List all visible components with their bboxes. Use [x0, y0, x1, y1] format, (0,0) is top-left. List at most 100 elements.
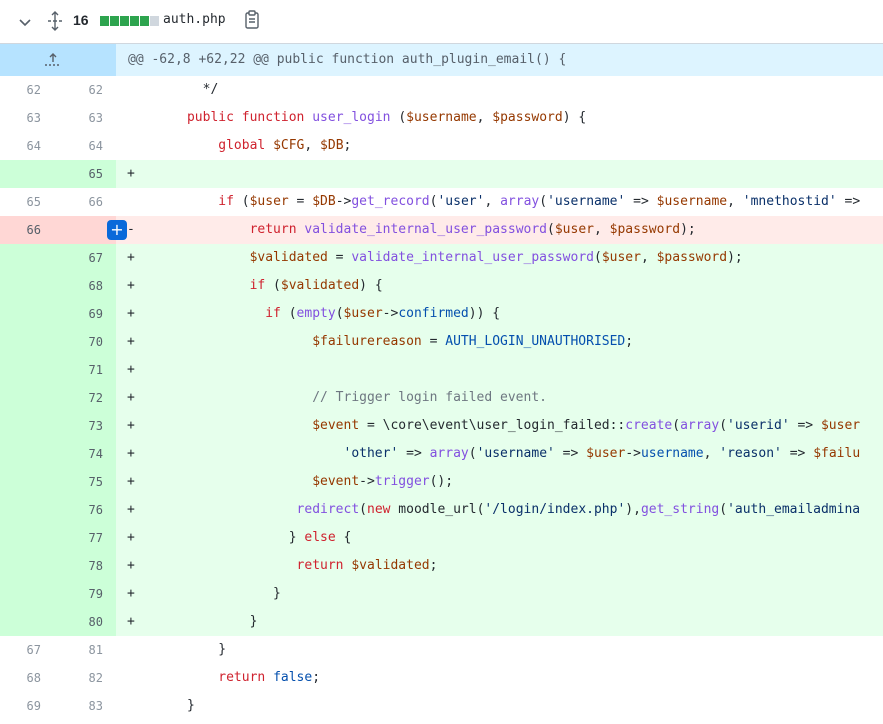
- old-line-number[interactable]: [0, 524, 41, 552]
- new-line-number[interactable]: 78: [58, 552, 103, 580]
- new-line-number[interactable]: 82: [58, 664, 103, 692]
- code-token: $user: [601, 250, 641, 265]
- code-token: $DB: [320, 138, 344, 153]
- new-line-number[interactable]: 63: [58, 104, 103, 132]
- code-token: 'auth_emailadmina: [727, 502, 861, 517]
- old-line-number[interactable]: [0, 328, 41, 356]
- old-line-number[interactable]: [0, 300, 41, 328]
- copy-icon[interactable]: [244, 10, 260, 30]
- old-line-number[interactable]: [0, 608, 41, 636]
- code-token: 'username': [476, 446, 555, 461]
- new-line-number[interactable]: 70: [58, 328, 103, 356]
- code-token: $user: [554, 222, 594, 237]
- code-token: $user: [586, 446, 626, 461]
- old-line-number[interactable]: 64: [0, 132, 41, 160]
- old-line-number[interactable]: [0, 412, 41, 440]
- old-line-number[interactable]: 67: [0, 636, 41, 664]
- code-token: {: [335, 530, 352, 545]
- add-comment-button[interactable]: +: [107, 220, 127, 240]
- diffstat-block-add: [100, 16, 109, 26]
- new-line-number[interactable]: 72: [58, 384, 103, 412]
- expand-all-icon[interactable]: [47, 11, 63, 31]
- diff-line-add: 79 + }: [0, 580, 883, 608]
- old-line-number[interactable]: [0, 356, 41, 384]
- code-token: (: [335, 306, 344, 321]
- code-token: if: [249, 278, 266, 293]
- new-line-number[interactable]: 79: [58, 580, 103, 608]
- code-token: $validated: [351, 558, 430, 573]
- changes-count: 16: [73, 12, 89, 28]
- code-token: create: [625, 418, 673, 433]
- new-line-number[interactable]: 67: [58, 244, 103, 272]
- code-token: (: [672, 418, 681, 433]
- old-line-number[interactable]: 65: [0, 188, 41, 216]
- new-line-number[interactable]: 65: [58, 160, 103, 188]
- old-line-number[interactable]: 63: [0, 104, 41, 132]
- old-line-number[interactable]: [0, 468, 41, 496]
- old-line-number[interactable]: [0, 160, 41, 188]
- diff-line-ctx: 68 82 return false;: [0, 664, 883, 692]
- old-line-number[interactable]: [0, 244, 41, 272]
- code-token: )) {: [468, 306, 501, 321]
- code-token: if: [265, 306, 281, 321]
- code-token: (: [359, 502, 367, 517]
- diff-line-add: 77 + } else {: [0, 524, 883, 552]
- code-token: ),: [625, 502, 641, 517]
- new-line-number[interactable]: 62: [58, 76, 103, 104]
- old-line-number[interactable]: [0, 440, 41, 468]
- code-token: $password: [656, 250, 728, 265]
- diff-line-add: 71 +: [0, 356, 883, 384]
- new-line-number[interactable]: 74: [58, 440, 103, 468]
- new-line-number[interactable]: 76: [58, 496, 103, 524]
- code-text: redirect(new moodle_url('/login/index.ph…: [140, 496, 861, 524]
- new-line-number[interactable]: 69: [58, 300, 103, 328]
- old-line-number[interactable]: 66: [0, 216, 41, 244]
- code-token: else: [304, 530, 336, 545]
- old-line-number[interactable]: [0, 580, 41, 608]
- new-line-number[interactable]: [58, 216, 103, 244]
- new-line-number[interactable]: 66: [58, 188, 103, 216]
- old-line-number[interactable]: [0, 272, 41, 300]
- chevron-down-icon[interactable]: [17, 14, 33, 30]
- code-token: moodle_url(: [390, 502, 485, 517]
- diffstat-block-neutral: [150, 16, 159, 26]
- code-token: (: [280, 306, 297, 321]
- new-line-number[interactable]: 71: [58, 356, 103, 384]
- code-token: ) {: [562, 110, 587, 125]
- diff-marker: +: [127, 558, 135, 573]
- diff-line-add: 72 + // Trigger login failed event.: [0, 384, 883, 412]
- old-line-number[interactable]: 62: [0, 76, 41, 104]
- new-line-number[interactable]: 83: [58, 692, 103, 720]
- expand-up-icon[interactable]: [44, 52, 62, 68]
- file-name-link[interactable]: auth.php: [163, 12, 226, 27]
- code-text: // Trigger login failed event.: [140, 384, 547, 412]
- code-text: */: [140, 76, 219, 104]
- code-token: (: [547, 222, 555, 237]
- new-line-number[interactable]: 64: [58, 132, 103, 160]
- old-line-number[interactable]: [0, 384, 41, 412]
- old-line-number[interactable]: [0, 552, 41, 580]
- code-text: public function user_login ($username, $…: [140, 104, 586, 132]
- old-line-number[interactable]: [0, 496, 41, 524]
- diff-line-del: 66 - return validate_internal_user_passwo…: [0, 216, 883, 244]
- hunk-text: @@ -62,8 +62,22 @@ public function auth_…: [128, 52, 567, 67]
- old-line-number[interactable]: 69: [0, 692, 41, 720]
- old-line-number[interactable]: 68: [0, 664, 41, 692]
- new-line-number[interactable]: 68: [58, 272, 103, 300]
- new-line-number[interactable]: 81: [58, 636, 103, 664]
- code-token: array: [429, 446, 469, 461]
- new-line-number[interactable]: 75: [58, 468, 103, 496]
- new-line-number[interactable]: 73: [58, 412, 103, 440]
- diff-line-add: 74 + 'other' => array('username' => $user…: [0, 440, 883, 468]
- diff-marker: +: [127, 166, 135, 181]
- new-line-number[interactable]: 77: [58, 524, 103, 552]
- code-token: function: [241, 110, 305, 125]
- diff-line-add: 69 + if (empty($user->confirmed)) {: [0, 300, 883, 328]
- new-line-number[interactable]: 80: [58, 608, 103, 636]
- code-token: (: [468, 446, 477, 461]
- code-token: ;: [312, 670, 321, 685]
- code-token: '/login/index.php': [484, 502, 626, 517]
- code-text: } else {: [140, 524, 352, 552]
